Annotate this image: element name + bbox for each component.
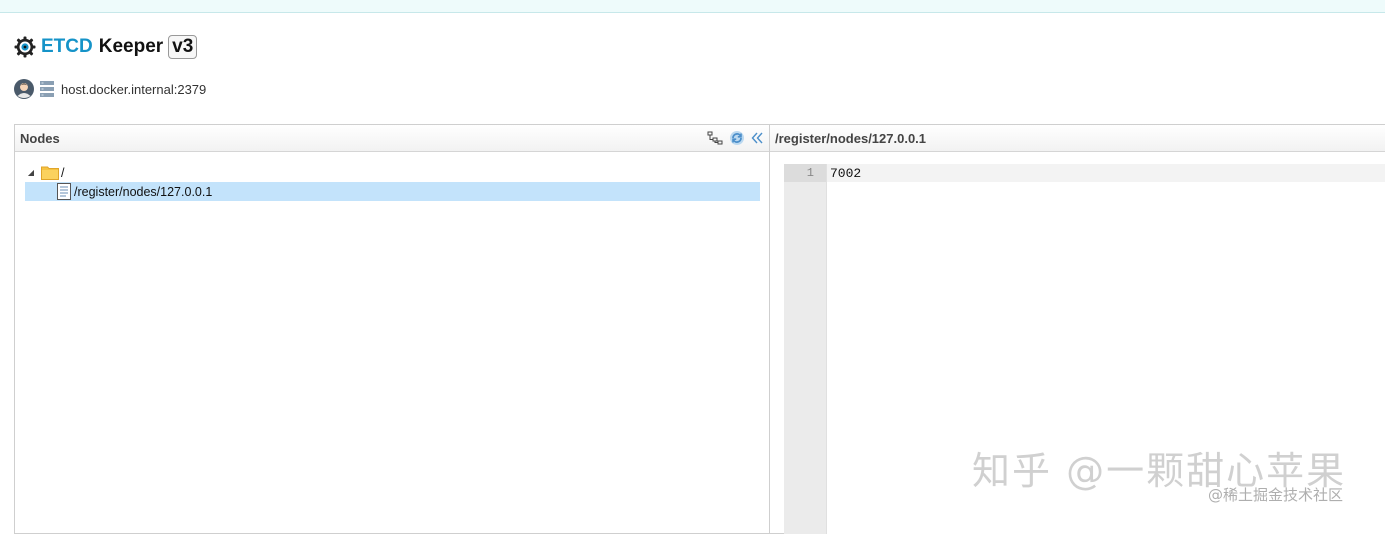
editor-panel-title: /register/nodes/127.0.0.1 [775, 130, 927, 146]
nodes-panel: Nodes ◢ / /register/nodes/127.0.0.1 [14, 124, 769, 534]
refresh-icon[interactable] [729, 130, 745, 146]
editor-line-text[interactable]: 7002 [830, 166, 861, 181]
file-icon [57, 183, 71, 200]
active-line-highlight [827, 164, 1385, 182]
user-avatar-icon[interactable] [14, 79, 34, 99]
line-number-gutter [784, 164, 827, 534]
line-number: 1 [806, 166, 814, 180]
server-stack-icon [40, 81, 54, 97]
collapse-double-chevron-icon[interactable] [751, 130, 763, 146]
nodes-panel-tools [707, 130, 763, 146]
nodes-panel-title: Nodes [20, 130, 60, 146]
tree-node-label: /register/nodes/127.0.0.1 [74, 184, 213, 199]
tree-structure-icon[interactable] [707, 130, 723, 146]
browser-top-strip [0, 0, 1385, 13]
app-name: Keeper [98, 36, 164, 57]
node-tree: ◢ / /register/nodes/127.0.0.1 [25, 163, 760, 201]
gear-eye-icon [14, 36, 36, 58]
expand-triangle-icon[interactable]: ◢ [25, 168, 37, 177]
editor-panel-header: /register/nodes/127.0.0.1 [770, 125, 1385, 152]
app-title: ETCD Keeper v3 [14, 34, 198, 60]
app-version-badge: v3 [168, 35, 198, 59]
app-brand: ETCD [41, 36, 93, 57]
tree-node-register-nodes[interactable]: /register/nodes/127.0.0.1 [25, 182, 760, 201]
watermark-sub: @稀土掘金技术社区 [1208, 486, 1344, 504]
connection-info: host.docker.internal:2379 [14, 79, 206, 99]
host-address: host.docker.internal:2379 [61, 81, 207, 97]
nodes-panel-header: Nodes [15, 125, 769, 152]
tree-node-root[interactable]: ◢ / [25, 163, 760, 182]
folder-icon [41, 166, 59, 180]
tree-node-label: / [61, 165, 65, 180]
